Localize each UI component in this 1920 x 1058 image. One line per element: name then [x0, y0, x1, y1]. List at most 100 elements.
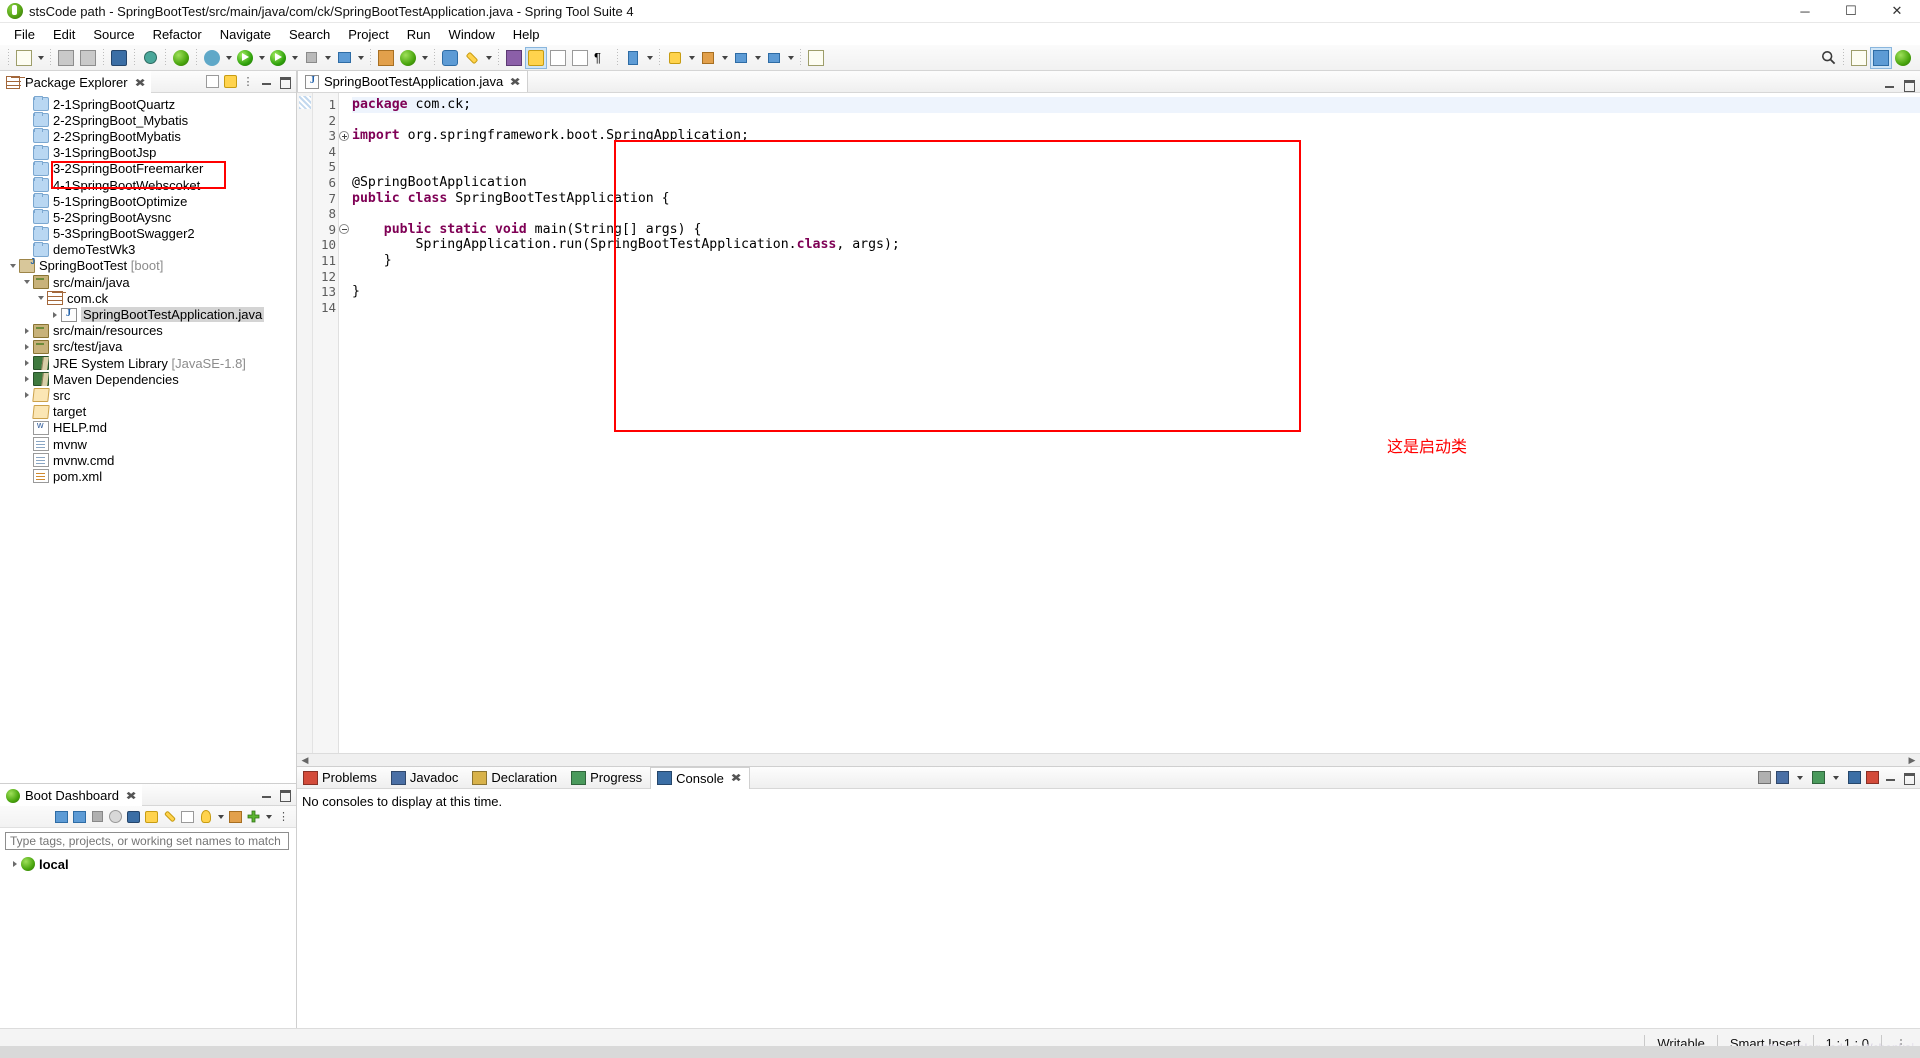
collapse-all-icon[interactable] — [204, 74, 220, 90]
new-window-icon[interactable] — [805, 47, 827, 69]
debug-dropdown-icon[interactable] — [223, 47, 234, 69]
menu-help[interactable]: Help — [504, 25, 549, 44]
tree-item-mvnw-cmd[interactable]: mvnw.cmd — [0, 452, 296, 468]
next-annotation-dropdown-icon[interactable] — [686, 47, 697, 69]
tree-item-src-main-resources[interactable]: src/main/resources — [0, 323, 296, 339]
tree-item-src-test-java[interactable]: src/test/java — [0, 339, 296, 355]
tree-item-2-2springbootmybatis[interactable]: 2-2SpringBootMybatis — [0, 128, 296, 144]
menu-window[interactable]: Window — [440, 25, 504, 44]
start-icon[interactable] — [53, 808, 70, 826]
scroll-left-icon[interactable]: ◀ — [299, 755, 311, 766]
code-line[interactable] — [352, 269, 1920, 285]
tab-problems[interactable]: Problems — [297, 767, 385, 789]
profile-dropdown-icon[interactable] — [355, 47, 366, 69]
menu-navigate[interactable]: Navigate — [211, 25, 280, 44]
chevron-down-icon[interactable] — [20, 274, 33, 290]
editor-annotation-ruler[interactable] — [297, 93, 313, 753]
chevron-right-icon[interactable] — [20, 371, 33, 387]
view-menu-icon[interactable]: ⋮ — [275, 808, 292, 826]
list-item[interactable]: local — [0, 855, 296, 873]
run-dropdown-icon[interactable] — [256, 47, 267, 69]
stop-icon[interactable] — [300, 47, 322, 69]
code-line[interactable] — [352, 206, 1920, 222]
tab-declaration[interactable]: Declaration — [466, 767, 565, 789]
open-type-icon[interactable] — [503, 47, 525, 69]
maximize-view-icon[interactable] — [276, 787, 292, 803]
save-icon[interactable] — [55, 47, 77, 69]
tree-item-target[interactable]: target — [0, 404, 296, 420]
boot-dashboard-tree[interactable]: local — [0, 850, 296, 1028]
code-line[interactable]: } — [352, 253, 1920, 269]
maximize-button[interactable]: ☐ — [1828, 0, 1874, 22]
highlight-icon[interactable] — [525, 46, 547, 69]
link-with-editor-icon[interactable] — [222, 74, 238, 90]
redebug-icon[interactable] — [107, 808, 124, 826]
tree-item-springboottest[interactable]: SpringBootTest [boot] — [0, 257, 296, 274]
tree-item-pom-xml[interactable]: pom.xml — [0, 468, 296, 484]
tree-item-demotestwk3[interactable]: demoTestWk3 — [0, 241, 296, 258]
download-icon[interactable] — [622, 47, 644, 69]
forward-nav-dropdown-icon[interactable] — [785, 47, 796, 69]
run-external-icon[interactable] — [267, 47, 289, 69]
terminate-icon[interactable] — [1756, 770, 1772, 786]
stop-dropdown-icon[interactable] — [322, 47, 333, 69]
new-file-dropdown-icon[interactable] — [35, 47, 46, 69]
minimize-view-icon[interactable] — [1881, 76, 1897, 92]
boot-run-icon[interactable] — [170, 47, 192, 69]
maximize-view-icon[interactable] — [1900, 76, 1916, 92]
menu-file[interactable]: File — [5, 25, 44, 44]
code-line[interactable] — [352, 144, 1920, 160]
run-external-dropdown-icon[interactable] — [289, 47, 300, 69]
menu-edit[interactable]: Edit — [44, 25, 84, 44]
menu-project[interactable]: Project — [339, 25, 397, 44]
chevron-down-icon[interactable] — [34, 290, 47, 306]
tree-item-3-2springbootfreemarker[interactable]: 3-2SpringBootFreemarker — [0, 160, 296, 177]
tree-item-springboottestapplication-java[interactable]: SpringBootTestApplication.java — [0, 306, 296, 323]
tree-item-5-2springbootaysnc[interactable]: 5-2SpringBootAysnc — [0, 209, 296, 225]
tree-item-com-ck[interactable]: com.ck — [0, 290, 296, 306]
lightbulb-icon[interactable] — [197, 808, 214, 826]
tree-item-src-main-java[interactable]: src/main/java — [0, 274, 296, 290]
scroll-lock-icon[interactable] — [1864, 770, 1880, 786]
link-editor-icon[interactable] — [139, 47, 161, 69]
new-class-icon[interactable] — [375, 47, 397, 69]
chevron-right-icon[interactable] — [20, 339, 33, 355]
tree-item-3-1springbootjsp[interactable]: 3-1SpringBootJsp — [0, 144, 296, 161]
perspective-boot-icon[interactable] — [1870, 46, 1892, 69]
tab-javadoc[interactable]: Javadoc — [385, 767, 466, 789]
add-icon[interactable] — [245, 808, 262, 826]
edit-pencil-icon[interactable] — [461, 47, 483, 69]
display-selected-console-icon[interactable] — [1774, 770, 1790, 786]
search-package-icon[interactable] — [439, 47, 461, 69]
perspective-debug-icon[interactable] — [1892, 47, 1914, 69]
debug-icon[interactable] — [201, 47, 223, 69]
scroll-right-icon[interactable]: ▶ — [1906, 755, 1918, 766]
code-text-area[interactable]: package com.ck; import org.springframewo… — [339, 93, 1920, 753]
lightbulb-dropdown-icon[interactable] — [215, 806, 226, 828]
console-dropdown-icon[interactable] — [1792, 770, 1808, 786]
open-browser-icon[interactable] — [143, 808, 160, 826]
download-dropdown-icon[interactable] — [644, 47, 655, 69]
close-button[interactable]: ✕ — [1874, 0, 1920, 22]
print-icon[interactable] — [108, 47, 130, 69]
add-dropdown-icon[interactable] — [263, 806, 274, 828]
chevron-right-icon[interactable] — [8, 856, 21, 872]
code-line[interactable] — [352, 113, 1920, 129]
edit-config-icon[interactable] — [161, 808, 178, 826]
tree-item-2-2springboot-mybatis[interactable]: 2-2SpringBoot_Mybatis — [0, 112, 296, 128]
code-line[interactable]: SpringApplication.run(SpringBootTestAppl… — [352, 237, 1920, 253]
edit-dropdown-icon[interactable] — [483, 47, 494, 69]
filter-input[interactable] — [5, 832, 289, 850]
code-line[interactable]: } — [352, 284, 1920, 300]
menu-refactor[interactable]: Refactor — [144, 25, 211, 44]
maximize-view-icon[interactable] — [276, 74, 292, 90]
code-line[interactable]: package com.ck; — [352, 97, 1920, 113]
tree-item-maven-dependencies[interactable]: Maven Dependencies — [0, 371, 296, 387]
close-icon[interactable]: ✖ — [125, 789, 136, 802]
menu-search[interactable]: Search — [280, 25, 339, 44]
chevron-right-icon[interactable] — [20, 323, 33, 339]
debug-start-icon[interactable] — [71, 808, 88, 826]
view-menu-icon[interactable]: ⋮ — [240, 74, 256, 90]
tab-package-explorer[interactable]: Package Explorer ✖ — [0, 70, 151, 93]
close-icon[interactable]: ✖ — [134, 76, 145, 89]
